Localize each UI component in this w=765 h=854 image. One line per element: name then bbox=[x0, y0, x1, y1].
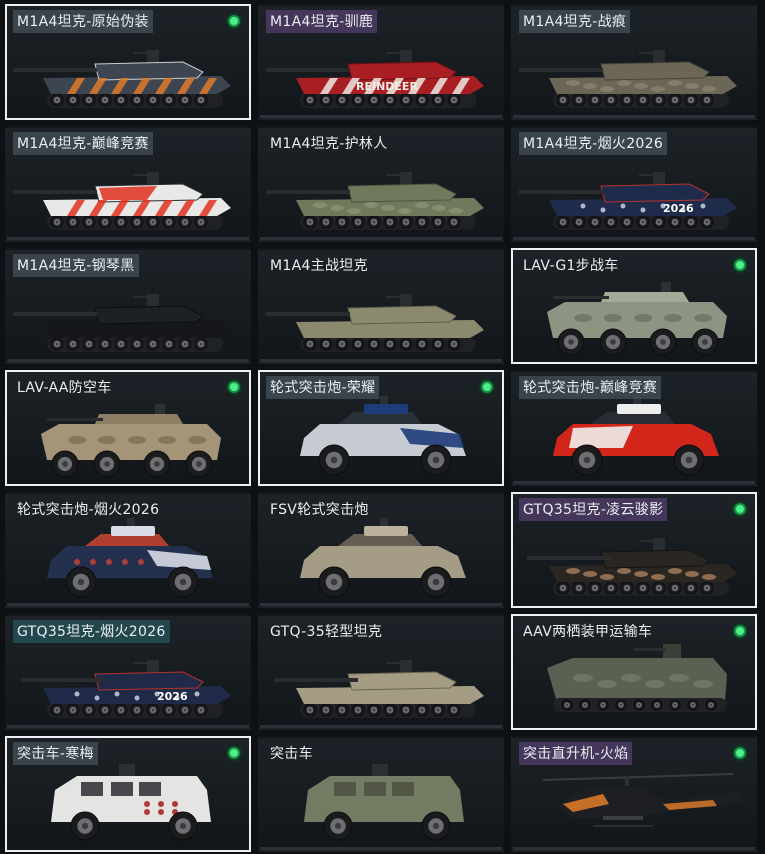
vehicle-card[interactable]: GTQ-35轻型坦克 bbox=[258, 614, 504, 730]
owned-indicator-icon bbox=[732, 501, 748, 517]
vehicle-card[interactable]: FSV轮式突击炮 bbox=[258, 492, 504, 608]
owned-indicator-icon bbox=[226, 745, 242, 761]
vehicle-card[interactable]: 轮式突击炮-荣耀 bbox=[258, 370, 504, 486]
vehicle-image bbox=[300, 396, 466, 476]
vehicle-name: LAV-G1步战车 bbox=[523, 258, 619, 274]
vehicle-image bbox=[300, 518, 466, 598]
vehicle-name: AAV两栖装甲运输车 bbox=[523, 624, 653, 640]
vehicle-image bbox=[527, 538, 737, 596]
vehicle-card[interactable]: GTQ35坦克-凌云骏影 bbox=[511, 492, 757, 608]
vehicle-image bbox=[304, 764, 464, 841]
vehicle-name: 突击车-寒梅 bbox=[13, 742, 98, 765]
vehicle-image bbox=[47, 518, 213, 598]
vehicle-image bbox=[266, 294, 484, 352]
vehicle-card[interactable]: 轮式突击炮-巅峰竞赛 bbox=[511, 370, 757, 486]
vehicle-card[interactable]: M1A4主战坦克 bbox=[258, 248, 504, 364]
vehicle-name: GTQ-35轻型坦克 bbox=[270, 624, 383, 640]
vehicle-image: REINDEER bbox=[266, 50, 484, 108]
owned-indicator-icon bbox=[226, 13, 242, 29]
vehicle-name: LAV-AA防空车 bbox=[17, 380, 112, 396]
vehicle-card[interactable]: GTQ35坦克-烟火2026 2026 bbox=[5, 614, 251, 730]
vehicle-decal: REINDEER bbox=[356, 80, 418, 93]
vehicle-card[interactable]: M1A4坦克-原始伪装 bbox=[5, 4, 251, 120]
vehicle-card[interactable]: AAV两栖装甲运输车 bbox=[511, 614, 757, 730]
vehicle-image bbox=[553, 396, 719, 476]
vehicle-image bbox=[13, 172, 231, 230]
vehicle-image bbox=[519, 50, 737, 108]
vehicle-image bbox=[547, 644, 727, 712]
vehicle-image: 2026 bbox=[21, 660, 231, 718]
vehicle-image bbox=[547, 282, 727, 356]
vehicle-card[interactable]: 突击车 bbox=[258, 736, 504, 852]
vehicle-card[interactable]: M1A4坦克-钢琴黑 bbox=[5, 248, 251, 364]
vehicle-card[interactable]: M1A4坦克-巅峰竞赛 bbox=[5, 126, 251, 242]
owned-indicator-icon bbox=[479, 379, 495, 395]
vehicle-name: M1A4坦克-战痕 bbox=[519, 10, 631, 33]
vehicle-card[interactable]: 轮式突击炮-烟火2026 bbox=[5, 492, 251, 608]
vehicle-card[interactable]: LAV-AA防空车 bbox=[5, 370, 251, 486]
vehicle-image: 2026 bbox=[519, 172, 737, 230]
vehicle-card[interactable]: 突击车-寒梅 bbox=[5, 736, 251, 852]
vehicle-name: 突击车 bbox=[270, 746, 313, 762]
vehicle-card[interactable]: M1A4坦克-烟火2026 2026 bbox=[511, 126, 757, 242]
vehicle-image bbox=[274, 660, 484, 718]
vehicle-name: 轮式突击炮-巅峰竞赛 bbox=[519, 376, 662, 399]
vehicle-name: 轮式突击炮-荣耀 bbox=[266, 376, 380, 399]
vehicle-name: M1A4坦克-巅峰竞赛 bbox=[13, 132, 153, 155]
vehicle-name: 轮式突击炮-烟火2026 bbox=[17, 502, 160, 518]
vehicle-image bbox=[13, 50, 231, 108]
vehicle-card[interactable]: M1A4坦克-护林人 bbox=[258, 126, 504, 242]
vehicle-image bbox=[51, 764, 211, 841]
vehicle-name: M1A4主战坦克 bbox=[270, 258, 368, 274]
vehicle-decal: 2026 bbox=[663, 202, 694, 215]
vehicle-card[interactable]: M1A4坦克-战痕 bbox=[511, 4, 757, 120]
vehicle-card[interactable]: 突击直升机-火焰 bbox=[511, 736, 757, 852]
vehicle-card[interactable]: LAV-G1步战车 bbox=[511, 248, 757, 364]
vehicle-name: M1A4坦克-钢琴黑 bbox=[13, 254, 139, 277]
vehicle-name: FSV轮式突击炮 bbox=[270, 502, 369, 518]
owned-indicator-icon bbox=[732, 745, 748, 761]
vehicle-name: GTQ35坦克-烟火2026 bbox=[13, 620, 170, 643]
vehicle-image bbox=[41, 404, 221, 478]
owned-indicator-icon bbox=[732, 623, 748, 639]
vehicle-name: M1A4坦克-护林人 bbox=[270, 136, 388, 152]
vehicle-decal: 2026 bbox=[157, 690, 188, 703]
vehicle-image bbox=[13, 294, 231, 352]
vehicle-name: M1A4坦克-原始伪装 bbox=[13, 10, 153, 33]
vehicle-grid: M1A4坦克-原始伪装 M1A4坦克-驯鹿 REINDEER M1A4坦克-战痕 M1A… bbox=[0, 0, 765, 854]
vehicle-name: GTQ35坦克-凌云骏影 bbox=[519, 498, 668, 521]
vehicle-image bbox=[542, 773, 743, 827]
owned-indicator-icon bbox=[732, 257, 748, 273]
vehicle-name: M1A4坦克-烟火2026 bbox=[519, 132, 668, 155]
owned-indicator-icon bbox=[226, 379, 242, 395]
vehicle-name: M1A4坦克-驯鹿 bbox=[266, 10, 378, 33]
vehicle-image bbox=[266, 172, 484, 230]
vehicle-card[interactable]: M1A4坦克-驯鹿 REINDEER bbox=[258, 4, 504, 120]
vehicle-name: 突击直升机-火焰 bbox=[519, 742, 633, 765]
